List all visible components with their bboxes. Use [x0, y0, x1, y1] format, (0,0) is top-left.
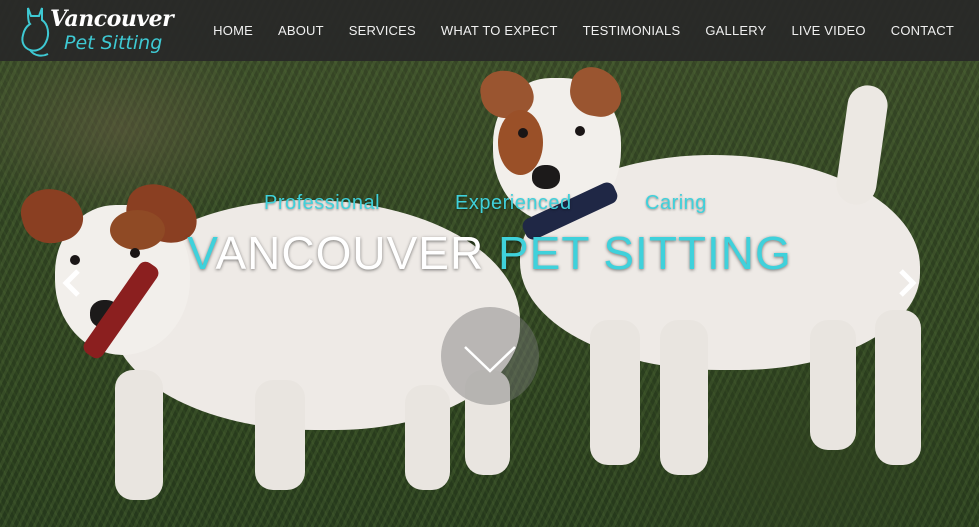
nav-what-to-expect[interactable]: WHAT TO EXPECT — [441, 23, 558, 38]
tagline-caring: Caring — [645, 192, 707, 214]
nav-gallery[interactable]: GALLERY — [705, 23, 766, 38]
nav-testimonials[interactable]: TESTIMONIALS — [583, 23, 681, 38]
logo-line-1: Vancouver — [50, 6, 174, 32]
tagline-experienced: Experienced — [455, 192, 572, 214]
hero-title-main: ANCOUVER — [215, 227, 498, 279]
nav-services[interactable]: SERVICES — [349, 23, 416, 38]
chevron-down-icon — [464, 346, 516, 373]
cat-logo-icon — [21, 7, 50, 57]
site-logo[interactable]: Vancouver Pet Sitting — [18, 2, 178, 59]
hero-title: VANCOUVER PET SITTING — [0, 226, 979, 280]
nav-contact[interactable]: CONTACT — [891, 23, 954, 38]
nav-home[interactable]: HOME — [213, 23, 253, 38]
main-nav: HOME ABOUT SERVICES WHAT TO EXPECT TESTI… — [188, 0, 954, 61]
chevron-left-icon — [62, 269, 80, 297]
chevron-right-icon — [899, 269, 917, 297]
nav-live-video[interactable]: LIVE VIDEO — [791, 23, 865, 38]
carousel-prev-button[interactable] — [60, 268, 84, 302]
logo-line-2: Pet Sitting — [64, 32, 163, 54]
tagline-professional: Professional — [264, 192, 381, 214]
carousel-next-button[interactable] — [895, 268, 919, 302]
nav-about[interactable]: ABOUT — [278, 23, 324, 38]
hero-title-first-letter: V — [187, 227, 216, 279]
hero-title-accent: PET SITTING — [497, 227, 792, 279]
hero-taglines: Professional Experienced Caring — [0, 192, 979, 220]
top-navbar: Vancouver Pet Sitting HOME ABOUT SERVICE… — [0, 0, 979, 61]
scroll-down-button[interactable] — [441, 307, 539, 405]
